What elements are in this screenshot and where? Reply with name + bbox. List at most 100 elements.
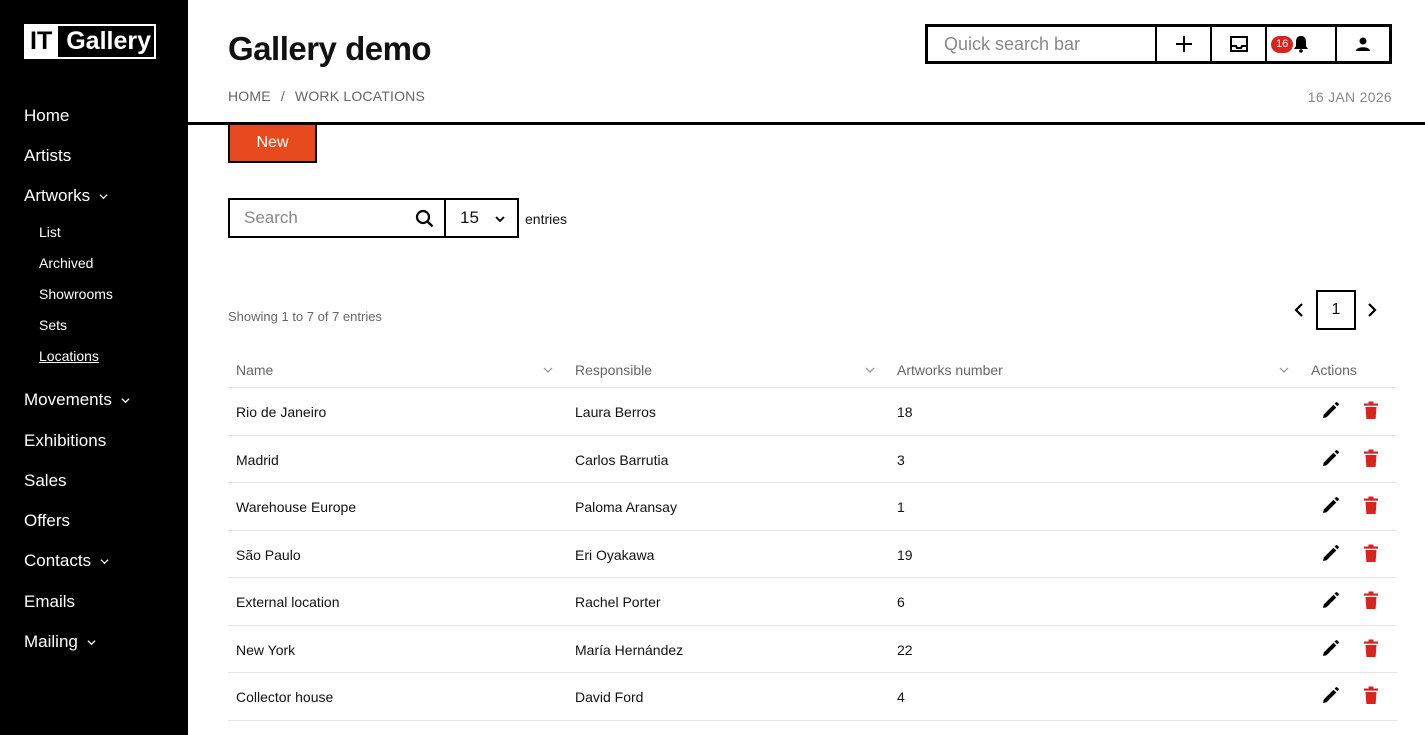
current-date: 16 JAN 2026 bbox=[1307, 89, 1392, 105]
sidebar-item-home[interactable]: Home bbox=[24, 106, 69, 126]
logo-it: IT bbox=[26, 26, 59, 57]
table-header: Name Responsible Artworks number Actions bbox=[228, 352, 1397, 388]
cell-name: Collector house bbox=[236, 689, 334, 705]
delete-icon[interactable] bbox=[1363, 401, 1379, 420]
delete-icon[interactable] bbox=[1363, 591, 1379, 610]
new-button[interactable]: New bbox=[228, 125, 317, 163]
cell-name: São Paulo bbox=[236, 546, 301, 563]
column-header-responsible[interactable]: Responsible bbox=[575, 362, 652, 378]
search-icon[interactable] bbox=[415, 209, 434, 228]
user-button[interactable] bbox=[1337, 27, 1389, 61]
entries-per-page-value: 15 bbox=[460, 208, 479, 227]
edit-icon[interactable] bbox=[1320, 496, 1340, 516]
column-header-actions: Actions bbox=[1311, 362, 1357, 378]
inbox-icon bbox=[1229, 36, 1248, 52]
edit-icon[interactable] bbox=[1320, 639, 1340, 659]
user-icon bbox=[1356, 37, 1370, 51]
add-button[interactable] bbox=[1157, 27, 1212, 61]
quick-search bbox=[928, 27, 1157, 61]
cell-name: External location bbox=[236, 594, 340, 610]
sidebar-item-locations[interactable]: Locations bbox=[39, 348, 99, 364]
sidebar-item-artworks[interactable]: Artworks bbox=[24, 186, 108, 206]
cell-name: Warehouse Europe bbox=[236, 499, 357, 515]
edit-icon[interactable] bbox=[1320, 591, 1340, 611]
sidebar-item-contacts[interactable]: Contacts bbox=[24, 551, 109, 571]
sidebar-item-label: Mailing bbox=[24, 632, 78, 651]
sidebar-item-label: Movements bbox=[24, 390, 112, 409]
edit-icon[interactable] bbox=[1320, 544, 1340, 564]
delete-icon[interactable] bbox=[1363, 686, 1379, 705]
pagination-page-1[interactable]: 1 bbox=[1316, 290, 1356, 330]
delete-icon[interactable] bbox=[1363, 639, 1379, 658]
sidebar-item-artists[interactable]: Artists bbox=[24, 146, 71, 166]
table-body: Rio de Janeiro Laura Berros 18 Madrid Carlos… bbox=[228, 388, 1397, 721]
table-search bbox=[228, 198, 446, 238]
breadcrumb-separator: / bbox=[280, 88, 285, 104]
quick-search-input[interactable] bbox=[944, 33, 1144, 55]
cell-responsible: Laura Berros bbox=[575, 404, 656, 420]
table-row[interactable]: New York María Hernández 22 bbox=[228, 626, 1397, 673]
cell-artworks-number: 1 bbox=[897, 499, 905, 515]
cell-responsible: David Ford bbox=[575, 689, 644, 705]
cell-name: Rio de Janeiro bbox=[236, 404, 327, 420]
sort-chevron-icon[interactable] bbox=[543, 366, 553, 374]
sidebar-item-label: Artworks bbox=[24, 186, 91, 205]
table-row[interactable]: Rio de Janeiro Laura Berros 18 bbox=[228, 388, 1397, 436]
notifications-button[interactable]: 16 bbox=[1267, 27, 1337, 61]
breadcrumb-home[interactable]: HOME bbox=[228, 88, 271, 104]
edit-icon[interactable] bbox=[1320, 449, 1340, 469]
sidebar-item-emails[interactable]: Emails bbox=[24, 592, 75, 612]
sort-chevron-icon[interactable] bbox=[865, 366, 875, 374]
sidebar-item-label: Home bbox=[24, 106, 70, 125]
edit-icon[interactable] bbox=[1320, 686, 1340, 706]
cell-artworks-number: 4 bbox=[897, 689, 905, 705]
header-divider bbox=[188, 122, 1425, 125]
breadcrumb: HOME / WORK LOCATIONS bbox=[228, 88, 425, 104]
cell-artworks-number: 19 bbox=[897, 546, 913, 563]
delete-icon[interactable] bbox=[1363, 544, 1379, 563]
app-logo[interactable]: IT Gallery bbox=[24, 24, 156, 59]
table-row[interactable]: Collector house David Ford 4 bbox=[228, 673, 1397, 721]
edit-icon[interactable] bbox=[1320, 401, 1340, 421]
sidebar-item-sets[interactable]: Sets bbox=[39, 317, 67, 333]
sidebar-item-sales[interactable]: Sales bbox=[24, 471, 67, 491]
sidebar-item-showrooms[interactable]: Showrooms bbox=[39, 286, 113, 302]
delete-icon[interactable] bbox=[1363, 449, 1379, 468]
cell-name: New York bbox=[236, 641, 296, 658]
cell-name: Madrid bbox=[236, 451, 279, 468]
sidebar-item-list[interactable]: List bbox=[39, 224, 61, 240]
sidebar: IT Gallery Home Artists Artworks List Ar… bbox=[0, 0, 188, 735]
notification-badge: 16 bbox=[1271, 36, 1294, 53]
chevron-right-icon[interactable] bbox=[1365, 302, 1379, 318]
table-row[interactable]: Madrid Carlos Barrutia 3 bbox=[228, 436, 1397, 483]
inbox-button[interactable] bbox=[1212, 27, 1267, 61]
chevron-left-icon[interactable] bbox=[1292, 302, 1306, 318]
locations-table: Name Responsible Artworks number Actions… bbox=[228, 352, 1397, 721]
sidebar-item-label: Sales bbox=[24, 471, 67, 490]
search-input[interactable] bbox=[244, 208, 409, 228]
sidebar-item-offers[interactable]: Offers bbox=[24, 511, 70, 531]
column-header-name[interactable]: Name bbox=[236, 362, 273, 378]
entries-per-page-select[interactable]: 15 bbox=[444, 198, 519, 238]
top-toolbar: 16 bbox=[925, 24, 1392, 64]
cell-responsible: Eri Oyakawa bbox=[575, 546, 655, 563]
sidebar-item-label: Artists bbox=[24, 146, 72, 165]
cell-responsible: Carlos Barrutia bbox=[575, 451, 669, 468]
sidebar-item-archived[interactable]: Archived bbox=[39, 255, 93, 271]
column-header-artworks-number[interactable]: Artworks number bbox=[897, 362, 1003, 378]
cell-responsible: María Hernández bbox=[575, 641, 684, 658]
entries-label: entries bbox=[525, 211, 568, 227]
chevron-down-icon bbox=[100, 558, 109, 564]
chevron-down-icon bbox=[99, 193, 108, 199]
table-row[interactable]: São Paulo Eri Oyakawa 19 bbox=[228, 531, 1397, 578]
sidebar-item-movements[interactable]: Movements bbox=[24, 390, 130, 410]
cell-artworks-number: 18 bbox=[897, 404, 913, 420]
chevron-down-icon bbox=[495, 216, 505, 223]
delete-icon[interactable] bbox=[1363, 496, 1379, 515]
cell-responsible: Rachel Porter bbox=[575, 594, 661, 610]
sort-chevron-icon[interactable] bbox=[1279, 366, 1289, 374]
table-row[interactable]: Warehouse Europe Paloma Aransay 1 bbox=[228, 483, 1397, 531]
sidebar-item-mailing[interactable]: Mailing bbox=[24, 632, 96, 652]
table-row[interactable]: External location Rachel Porter 6 bbox=[228, 578, 1397, 626]
sidebar-item-exhibitions[interactable]: Exhibitions bbox=[24, 431, 106, 451]
